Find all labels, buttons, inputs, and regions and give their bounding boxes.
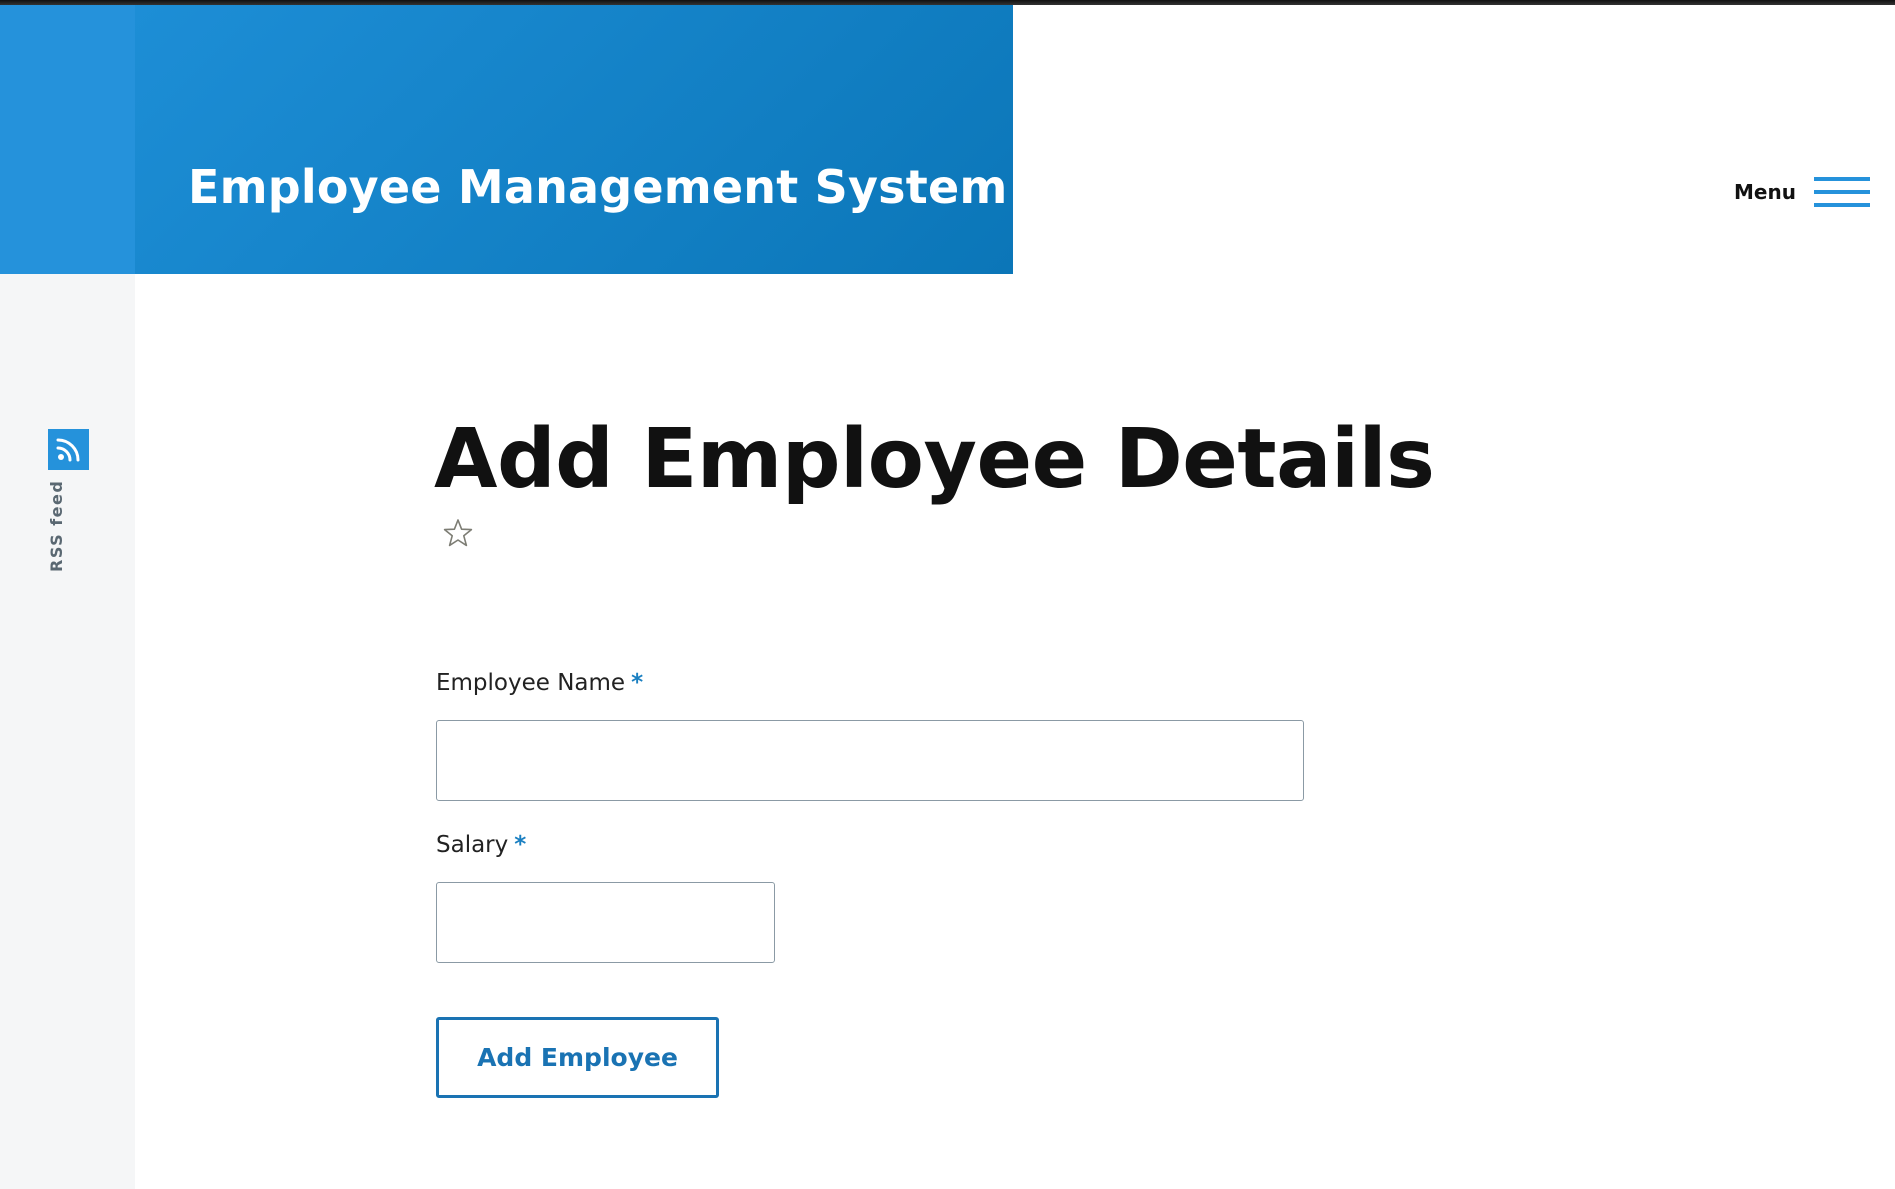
- header-banner: [135, 5, 1013, 274]
- left-rail-header-block: [0, 5, 135, 274]
- rss-feed-label[interactable]: RSS feed: [47, 480, 66, 572]
- star-outline-icon[interactable]: [442, 517, 474, 549]
- add-employee-button[interactable]: Add Employee: [436, 1017, 719, 1098]
- employee-name-label: Employee Name *: [436, 670, 643, 696]
- rss-feed-button[interactable]: [48, 429, 89, 470]
- menu-label: Menu: [1734, 180, 1796, 204]
- salary-label-text: Salary: [436, 832, 509, 858]
- required-mark: *: [631, 670, 644, 696]
- hamburger-icon: [1813, 176, 1870, 208]
- rss-icon: [56, 438, 80, 462]
- employee-name-input[interactable]: [436, 720, 1304, 801]
- salary-input[interactable]: [436, 882, 775, 963]
- site-title[interactable]: Employee Management System: [188, 160, 1007, 214]
- required-mark: *: [514, 832, 527, 858]
- page-title: Add Employee Details: [434, 412, 1435, 507]
- salary-label: Salary *: [436, 832, 526, 858]
- employee-name-label-text: Employee Name: [436, 670, 626, 696]
- menu-toggle[interactable]: Menu: [1734, 175, 1870, 209]
